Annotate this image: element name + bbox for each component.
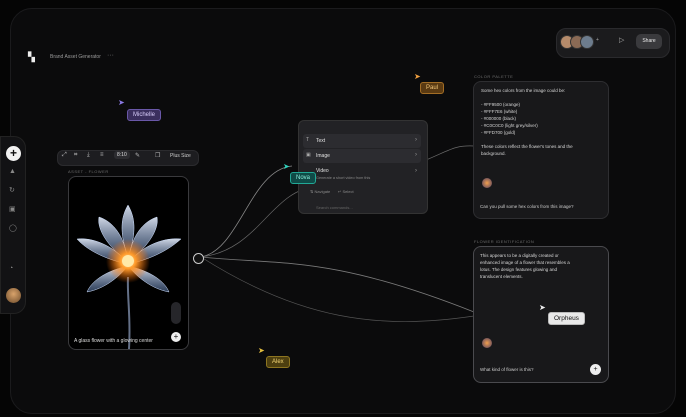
- image-side-controls[interactable]: [171, 302, 181, 324]
- crop-icon[interactable]: ⌗: [74, 152, 77, 159]
- identification-text: This appears to be a digitally created o…: [480, 253, 559, 258]
- cursor-icon: ➤: [258, 346, 265, 355]
- palette-outro: These colors reflect the flower's tones …: [481, 144, 573, 149]
- image-caption: A glass flower with a glowing center: [74, 338, 153, 344]
- play-icon[interactable]: ▷: [619, 36, 624, 44]
- menu-search-input[interactable]: Search commands...: [316, 205, 353, 210]
- zoom-level[interactable]: 8:10: [114, 151, 130, 159]
- identification-label: FLOWER IDENTIFICATION: [474, 239, 535, 244]
- palette-intro: Some hex colors from the image could be:: [481, 88, 566, 93]
- palette-color: - #FFD700 (gold): [481, 130, 516, 135]
- cursor-icon: ➤: [283, 162, 290, 171]
- palette-color: - #FFF7E6 (white): [481, 109, 518, 114]
- identification-text: enhanced image of a flower that resemble…: [480, 260, 570, 265]
- cursor-label-alex: Alex: [266, 356, 290, 368]
- image-node[interactable]: [68, 176, 189, 350]
- avatar[interactable]: [580, 35, 594, 49]
- image-icon: ▣: [306, 152, 311, 158]
- palette-label: COLOR PALETTE: [474, 74, 514, 79]
- refresh-icon[interactable]: ↻: [9, 186, 15, 194]
- cursor-label-nova: Nova: [290, 172, 317, 184]
- palette-color: - #C0C0C0 (light grey/silver): [481, 123, 538, 128]
- flower-thumbnail: [482, 178, 492, 188]
- adjust-icon[interactable]: ≡: [100, 152, 104, 158]
- identification-text: translucent elements.: [480, 274, 523, 279]
- node-connector[interactable]: [193, 253, 204, 264]
- app-title: Brand Asset Generator: [50, 54, 101, 60]
- cursor-icon: ➤: [414, 72, 421, 81]
- palette-color: - #000000 (black): [481, 116, 517, 121]
- copy-icon[interactable]: ❐: [155, 152, 160, 159]
- app-grid-icon[interactable]: ▚: [28, 53, 35, 62]
- flower-thumbnail: [482, 338, 492, 348]
- menu-hint-select: ↵ Select: [338, 189, 354, 194]
- chat-icon[interactable]: ◯: [9, 224, 17, 232]
- palette-color: - #FF9500 (orange): [481, 102, 521, 107]
- cursor-label-paul: Paul: [420, 82, 445, 94]
- palette-prompt: Can you pull some hex colors from this i…: [480, 204, 574, 209]
- cursor-label-michelle: Michelle: [127, 109, 162, 121]
- plus-size-label[interactable]: Plus Size: [170, 153, 191, 159]
- text-icon: T: [306, 137, 310, 143]
- menu-item-label: Text: [316, 138, 326, 144]
- menu-item-label[interactable]: Video: [316, 168, 329, 174]
- identification-prompt: What kind of flower is this?: [480, 367, 534, 372]
- user-avatar[interactable]: [6, 288, 21, 303]
- expand-icon[interactable]: ⤢: [62, 152, 67, 159]
- clock-icon[interactable]: ◔: [9, 265, 13, 272]
- chevron-right-icon: ›: [415, 168, 417, 174]
- add-icon[interactable]: +: [6, 146, 21, 161]
- chevron-right-icon: ›: [415, 137, 417, 143]
- menu-item-sub: Generate a short video from this: [316, 176, 371, 180]
- download-icon[interactable]: ⤓: [87, 152, 90, 159]
- palette-outro: background.: [481, 151, 506, 156]
- image-icon[interactable]: ▣: [9, 205, 16, 213]
- menu-hint-navigate: ⇅ Navigate: [310, 189, 331, 194]
- add-icon[interactable]: +: [171, 332, 181, 342]
- cursor-icon: ➤: [118, 98, 125, 107]
- avatar-overflow[interactable]: +: [596, 37, 599, 43]
- send-icon[interactable]: +: [590, 364, 601, 375]
- image-node-label: ASSET - FLOWER: [68, 169, 109, 174]
- identification-text: lotus. The design features glowing and: [480, 267, 557, 272]
- menu-item-label: Image: [316, 153, 330, 159]
- brush-icon[interactable]: ✎: [135, 152, 140, 159]
- ellipsis-icon[interactable]: ···: [107, 52, 114, 59]
- cursor-icon: ➤: [539, 303, 546, 312]
- triangle-icon[interactable]: ▲: [9, 168, 16, 175]
- share-button[interactable]: Share: [636, 34, 662, 49]
- cursor-label-orpheus: Orpheus: [548, 312, 585, 325]
- chevron-right-icon: ›: [415, 152, 417, 158]
- glowing-flower-image: [76, 204, 182, 349]
